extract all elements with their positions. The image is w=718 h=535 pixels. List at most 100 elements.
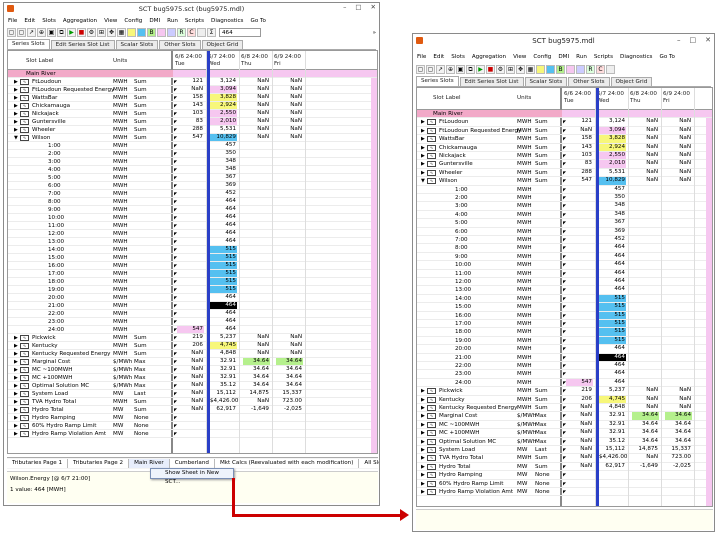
value-cell[interactable]: 2,010: [210, 118, 237, 125]
value-cell[interactable]: [243, 222, 270, 229]
value-cell[interactable]: NaN: [276, 350, 303, 357]
value-cell[interactable]: [276, 150, 303, 157]
value-cell[interactable]: [177, 262, 204, 269]
sheet-tab-tributaries-page-1[interactable]: Tributaries Page 1: [7, 459, 69, 468]
expand-arrow-icon[interactable]: ▶: [421, 135, 425, 143]
value-cell[interactable]: [177, 214, 204, 221]
slot-icon-2[interactable]: ▣: [456, 65, 465, 74]
value-cell[interactable]: [566, 270, 593, 277]
timestep-row[interactable]: 18:00 MWH 515 ◤: [8, 278, 377, 286]
timestep-row[interactable]: 10:00 MWH 464 ◤: [417, 261, 712, 270]
value-cell[interactable]: 464: [210, 214, 237, 221]
open-icon-2[interactable]: ▢: [416, 65, 425, 74]
value-cell[interactable]: [566, 278, 593, 285]
green-icon-2[interactable]: B: [556, 65, 565, 74]
value-cell[interactable]: [243, 278, 270, 285]
value-cell[interactable]: [632, 228, 659, 235]
value-cell[interactable]: 515: [210, 278, 237, 285]
maximize-icon-2[interactable]: □: [690, 36, 697, 44]
expand-arrow-icon[interactable]: ▶: [14, 86, 18, 94]
slot-row[interactable]: ▶ ∿ Nickajack MWH Sum 103 2,550 NaN NaN ◤: [417, 152, 712, 161]
value-cell[interactable]: [243, 294, 270, 301]
value-cell[interactable]: 547: [566, 378, 593, 387]
value-cell[interactable]: 35.12: [210, 382, 237, 389]
slot-row[interactable]: ▶ ∿ Hydro Ramping MW None ◤: [417, 471, 712, 480]
value-cell[interactable]: 464: [210, 318, 237, 325]
menu-diagnostics[interactable]: Diagnostics: [211, 18, 243, 24]
sheet-tab-mkt-calcs-reevaluated-with-each-modification[interactable]: Mkt Calcs (Reevaluated with each modific…: [214, 459, 360, 468]
value-cell[interactable]: [632, 362, 659, 369]
value-cell[interactable]: NaN: [276, 94, 303, 101]
value-cell[interactable]: NaN: [665, 387, 692, 394]
grid-icon-2[interactable]: ▦: [526, 65, 535, 74]
value-cell[interactable]: [566, 295, 593, 302]
accounting-icon-2[interactable]: ⊞: [506, 65, 515, 74]
value-cell[interactable]: [210, 414, 237, 421]
slot-row[interactable]: ▶ ∿ MC ~100MWH $/MWh Max NaN 32.91 34.64 34.64 ◤: [8, 366, 377, 374]
lime-icon-2[interactable]: R: [586, 65, 595, 74]
value-cell[interactable]: NaN: [243, 126, 270, 133]
value-cell[interactable]: NaN: [566, 463, 593, 470]
value-cell[interactable]: [566, 253, 593, 260]
value-cell[interactable]: 464: [599, 345, 626, 352]
value-cell[interactable]: [276, 430, 303, 437]
slot-row[interactable]: ▶ ∿ Hydro Ramp Violation Amt MW None ◤: [8, 430, 377, 438]
value-cell[interactable]: [243, 238, 270, 245]
value-cell[interactable]: [177, 430, 204, 437]
value-cell[interactable]: [243, 166, 270, 173]
pink-icon[interactable]: [157, 28, 166, 37]
value-cell[interactable]: 288: [177, 126, 204, 133]
value-cell[interactable]: 452: [210, 190, 237, 197]
value-cell[interactable]: [276, 302, 303, 309]
value-cell[interactable]: NaN: [665, 396, 692, 403]
collapse-arrow-icon[interactable]: ▼: [14, 134, 18, 142]
value-cell[interactable]: NaN: [566, 412, 593, 419]
timestep-row[interactable]: 5:00 MWH 367 ◤: [417, 219, 712, 228]
value-cell[interactable]: 464: [599, 362, 626, 369]
value-cell[interactable]: [566, 488, 593, 495]
value-cell[interactable]: NaN: [566, 127, 593, 134]
value-cell[interactable]: NaN: [665, 404, 692, 411]
c-icon-2[interactable]: [606, 65, 615, 74]
value-cell[interactable]: 515: [599, 294, 626, 303]
value-cell[interactable]: 35.12: [599, 438, 626, 445]
value-cell[interactable]: 464: [210, 310, 237, 317]
value-cell[interactable]: 34.64: [276, 366, 303, 373]
value-cell[interactable]: [632, 270, 659, 277]
value-cell[interactable]: [665, 480, 692, 487]
value-cell[interactable]: NaN: [276, 126, 303, 133]
value-cell[interactable]: [665, 270, 692, 277]
timestep-row[interactable]: 14:00 MWH 515 ◤: [417, 294, 712, 304]
value-cell[interactable]: [243, 246, 270, 253]
value-cell[interactable]: NaN: [632, 152, 659, 159]
timestep-row[interactable]: 13:00 MWH 464 ◤: [8, 238, 377, 246]
value-cell[interactable]: [632, 194, 659, 201]
maximize-icon[interactable]: □: [355, 3, 361, 11]
value-cell[interactable]: 515: [210, 246, 237, 253]
value-cell[interactable]: 348: [210, 158, 237, 165]
value-cell[interactable]: [665, 328, 692, 335]
timestep-row[interactable]: 11:00 MWH 464 ◤: [8, 222, 377, 230]
value-cell[interactable]: [665, 362, 692, 369]
value-cell[interactable]: [276, 318, 303, 325]
slot-row[interactable]: ▶ ∿ Hydro Total MW Sum NaN 62,917 -1,649 -2,025 ◤: [417, 463, 712, 472]
timestep-row[interactable]: 24:00 MWH 547 464 ◤: [417, 378, 712, 388]
value-cell[interactable]: [566, 471, 593, 478]
slot-row[interactable]: ▶ ∿ Optimal Solution MC $/MWh Max NaN 35.12 34.…: [8, 382, 377, 390]
value-cell[interactable]: 5,531: [599, 169, 626, 176]
slot-row[interactable]: ▶ ∿ Pickwick MWH Sum 219 5,237 NaN NaN ◤: [8, 334, 377, 342]
value-cell[interactable]: 32.91: [599, 412, 626, 419]
value-cell[interactable]: 464: [599, 270, 626, 277]
slot-row[interactable]: ▶ ∿ FtLoudoun Requested Energy MWH Sum NaN 3,0…: [8, 86, 377, 94]
expand-arrow-icon[interactable]: ▶: [421, 438, 425, 446]
value-cell[interactable]: [632, 186, 659, 193]
value-cell[interactable]: 15,337: [276, 390, 303, 397]
slot-row[interactable]: ▶ ∿ System Load MW Last NaN 15,112 14,875 15,337…: [417, 446, 712, 455]
slot-row[interactable]: ▶ ∿ FtLoudoun Requested Energy MWH Sum NaN 3,0…: [417, 126, 712, 136]
value-cell[interactable]: [177, 294, 204, 301]
expand-arrow-icon[interactable]: ▶: [14, 358, 18, 366]
slot-row[interactable]: ▶ ∿ FtLoudoun MWH Sum 121 3,124 NaN NaN ◤: [8, 78, 377, 86]
value-cell[interactable]: 464: [210, 222, 237, 229]
slot-row[interactable]: ▶ ∿ MC +100MWH $/MWh Max NaN 32.91 34.64 34.64 ◤: [8, 374, 377, 382]
value-cell[interactable]: 143: [566, 144, 593, 151]
